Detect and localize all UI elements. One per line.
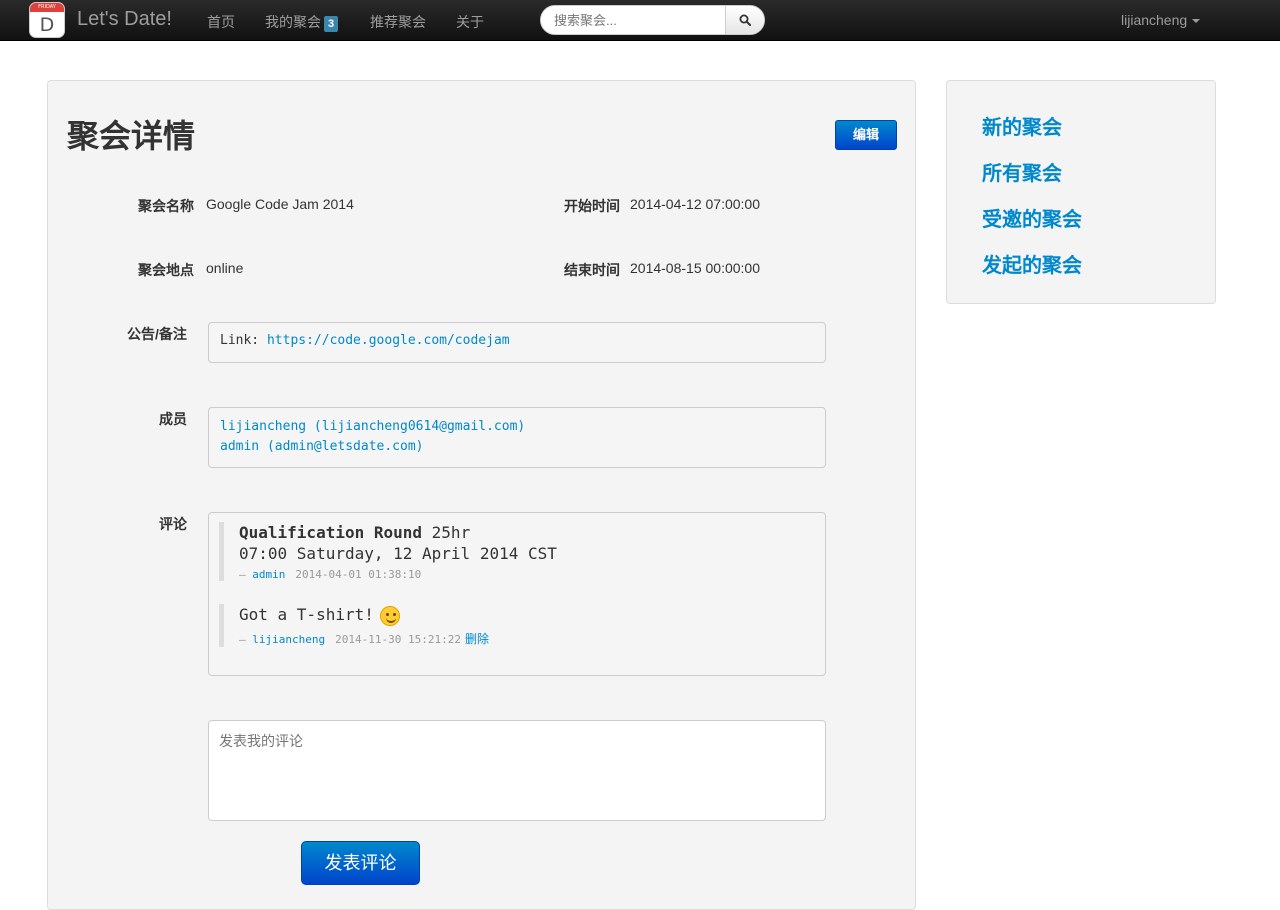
comments-label: 评论: [159, 516, 187, 532]
edit-button[interactable]: 编辑: [835, 120, 897, 150]
nav-my-dates-label: 我的聚会: [265, 14, 321, 30]
calendar-logo-icon[interactable]: FRIDAY D: [29, 2, 65, 38]
logo-day-label: FRIDAY: [30, 3, 64, 12]
name-label: 聚会名称: [138, 198, 194, 214]
comment-title-rest: 25hr: [422, 523, 471, 542]
search-input[interactable]: [541, 6, 726, 34]
comment-author[interactable]: admin: [252, 568, 285, 581]
member-link[interactable]: admin (admin@letsdate.com): [220, 437, 814, 457]
comment-text: Qualification Round 25hr: [239, 522, 557, 543]
post-comment-button[interactable]: 发表评论: [301, 841, 420, 885]
search-form: [540, 5, 765, 35]
caret-down-icon: [1192, 19, 1201, 24]
my-dates-count-badge: 3: [324, 16, 339, 32]
nav-my-dates[interactable]: 我的聚会 3: [265, 12, 339, 32]
notice-box: Link: https://code.google.com/codejam: [208, 322, 826, 363]
delete-comment-link[interactable]: 删除: [465, 632, 489, 646]
nav-about[interactable]: 关于: [456, 12, 484, 32]
end-time-label: 结束时间: [564, 262, 620, 278]
comment-text-line2: 07:00 Saturday, 12 April 2014 CST: [239, 544, 557, 563]
comment-text: Got a T-shirt!: [239, 604, 489, 626]
comments-box: Qualification Round 25hr 07:00 Saturday,…: [208, 512, 826, 676]
comment-dash: —: [239, 568, 253, 581]
nav-recommended[interactable]: 推荐聚会: [370, 12, 426, 32]
brand-name[interactable]: Let's Date!: [77, 8, 172, 31]
location-label: 聚会地点: [138, 262, 194, 278]
comment-dash: —: [239, 632, 253, 646]
comment-author[interactable]: lijiancheng: [252, 633, 325, 646]
comment-textarea[interactable]: [208, 720, 826, 821]
start-time-label: 开始时间: [564, 198, 620, 214]
date-detail-panel: 聚会详情 编辑 聚会名称 Google Code Jam 2014 开始时间 2…: [47, 80, 916, 910]
user-menu[interactable]: lijiancheng: [1121, 12, 1201, 28]
member-link[interactable]: lijiancheng (lijiancheng0614@gmail.com): [220, 417, 814, 437]
sidebar-item-new-dates[interactable]: 新的聚会: [982, 111, 1062, 140]
name-value: Google Code Jam 2014: [206, 196, 354, 212]
comment-title-bold: Qualification Round: [239, 523, 423, 542]
notice-prefix: Link:: [220, 333, 267, 348]
end-time-value: 2014-08-15 00:00:00: [630, 260, 760, 276]
comment-date: 2014-04-01 01:38:10: [295, 568, 422, 581]
search-icon: [739, 14, 751, 26]
sidebar-item-invited-dates[interactable]: 受邀的聚会: [982, 203, 1082, 232]
members-label: 成员: [159, 411, 187, 427]
notice-link[interactable]: https://code.google.com/codejam: [267, 333, 510, 348]
smile-emoji-icon: [379, 605, 400, 626]
members-box: lijiancheng (lijiancheng0614@gmail.com) …: [208, 407, 826, 468]
page-title: 聚会详情: [67, 118, 196, 154]
comment-body: Got a T-shirt!: [239, 605, 374, 624]
sidebar-item-all-dates[interactable]: 所有聚会: [982, 157, 1062, 186]
comment-meta: — admin 2014-04-01 01:38:10: [239, 568, 557, 581]
sidebar-item-created-dates[interactable]: 发起的聚会: [982, 249, 1082, 278]
comment-item: Qualification Round 25hr 07:00 Saturday,…: [219, 522, 557, 581]
search-button[interactable]: [725, 6, 764, 34]
notice-label: 公告/备注: [127, 326, 187, 342]
comment-item: Got a T-shirt! — lijiancheng 2014-11-30 1…: [219, 604, 489, 647]
location-value: online: [206, 260, 244, 276]
nav-home[interactable]: 首页: [207, 12, 235, 32]
start-time-value: 2014-04-12 07:00:00: [630, 196, 760, 212]
username: lijiancheng: [1121, 12, 1188, 28]
comment-date: 2014-11-30 15:21:22: [335, 632, 461, 646]
top-navbar: FRIDAY D Let's Date! 首页 我的聚会3 推荐聚会 关于 li…: [0, 0, 1280, 41]
sidebar: 新的聚会 所有聚会 受邀的聚会 发起的聚会: [946, 80, 1216, 304]
logo-day-letter: D: [39, 14, 55, 36]
comment-meta: — lijiancheng 2014-11-30 15:21:22 删除: [239, 630, 489, 647]
